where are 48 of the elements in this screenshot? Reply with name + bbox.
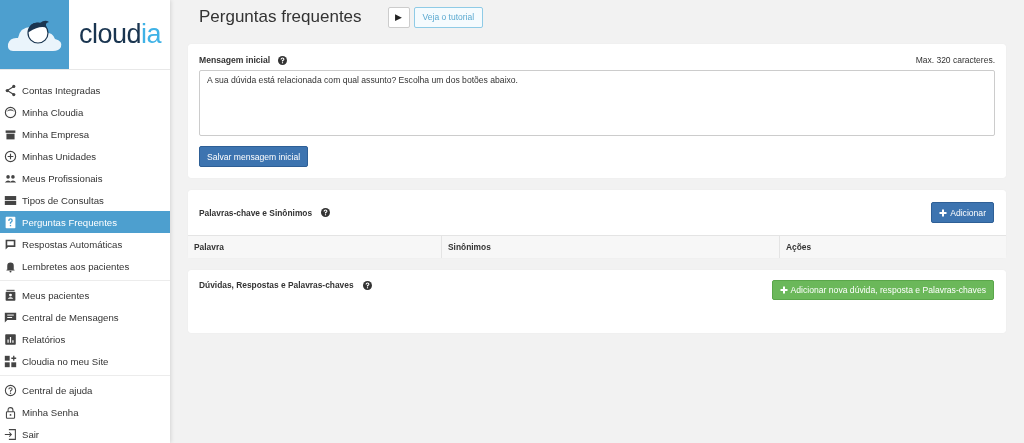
menu-item-icon <box>4 259 17 273</box>
menu-item-icon <box>4 127 17 141</box>
character-limit: Max. 320 caracteres. <box>915 55 995 65</box>
sidebar-item[interactable]: Meus pacientes <box>0 284 170 306</box>
menu-item-icon <box>4 354 17 368</box>
help-icon <box>362 280 372 290</box>
section-title: Palavras-chave e Sinônimos <box>199 207 313 218</box>
menu-item-icon <box>4 215 17 229</box>
field-label: Mensagem inicial <box>199 55 271 65</box>
menu-item-icon <box>4 332 17 346</box>
help-icon <box>278 55 288 65</box>
menu-item-icon <box>4 149 17 163</box>
sidebar-item[interactable]: Minhas Unidades <box>0 145 170 167</box>
sidebar-item[interactable]: Cloudia no meu Site <box>0 350 170 372</box>
sidebar-item[interactable]: Relatórios <box>0 328 170 350</box>
column-header: Palavra <box>193 241 225 254</box>
add-button[interactable]: Adicionar <box>931 202 994 223</box>
sidebar-item[interactable]: Central de ajuda <box>0 379 170 401</box>
sidebar-item[interactable]: Minha Empresa <box>0 123 170 145</box>
sidebar-item[interactable]: Meus Profissionais <box>0 167 170 189</box>
page-title: Perguntas frequentes <box>199 7 362 27</box>
menu-item-icon <box>4 105 17 119</box>
menu-item-icon <box>4 237 17 251</box>
sidebar-item[interactable]: Minha Cloudia <box>0 101 170 123</box>
sidebar-item[interactable]: Contas Integradas <box>0 79 170 101</box>
menu-item-icon <box>4 83 17 97</box>
menu-item-icon <box>4 427 17 441</box>
column-header: Sinônimos <box>441 236 779 258</box>
menu-item-icon <box>4 405 17 419</box>
message-field[interactable]: A sua dúvida está relacionada com qual assunto? Escolha um dos botões abaixo. <box>199 70 995 136</box>
sidebar-item[interactable]: Respostas Automáticas <box>0 233 170 255</box>
column-header: Ações <box>779 236 1006 258</box>
section-title: Dúvidas, Respostas e Palavras-chaves <box>199 280 354 290</box>
plus-icon <box>939 208 948 217</box>
save-button[interactable]: Salvar mensagem inicial <box>199 146 309 167</box>
menu-item-icon <box>4 193 17 207</box>
menu-item-icon <box>4 288 17 302</box>
sidebar-item[interactable]: Sair <box>0 423 170 443</box>
sidebar-item[interactable]: Minha Senha <box>0 401 170 423</box>
play-button[interactable]: ▶ <box>387 6 410 28</box>
sidebar-item[interactable]: Lembretes aos pacientes <box>0 255 170 277</box>
logo-text: cloudia <box>79 19 162 50</box>
plus-icon <box>779 286 788 294</box>
sidebar-item[interactable]: Central de Mensagens <box>0 306 170 328</box>
sidebar-item[interactable]: Tipos de Consultas <box>0 189 170 211</box>
menu-item-icon <box>4 310 17 324</box>
help-icon <box>321 208 331 217</box>
menu-item-icon <box>4 383 17 397</box>
